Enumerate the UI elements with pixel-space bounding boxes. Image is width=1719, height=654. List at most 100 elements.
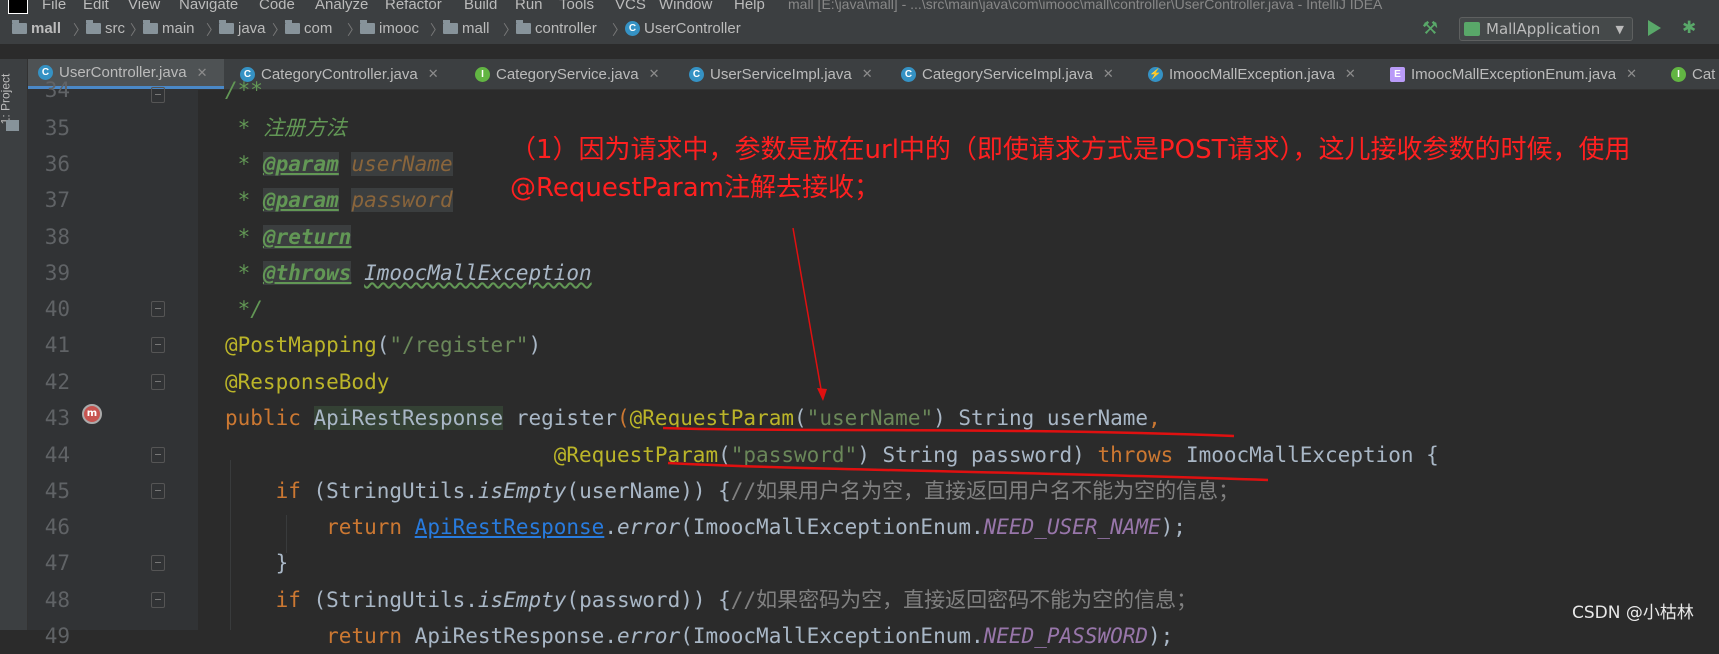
code-line-35: * 注册方法 <box>225 116 347 140</box>
menu-build[interactable]: Build <box>464 0 497 13</box>
breadcrumb-mall[interactable]: mall <box>12 20 61 37</box>
fold-marker-icon[interactable] <box>151 483 165 499</box>
tab-label: Cat <box>1692 65 1716 83</box>
fold-marker-icon[interactable] <box>151 301 165 317</box>
breadcrumb-main[interactable]: main <box>143 20 195 37</box>
line-number: 48 <box>44 588 70 612</box>
breadcrumb-src[interactable]: src <box>86 20 125 37</box>
enum-icon: E <box>1390 66 1405 82</box>
request-mapping-icon[interactable]: m <box>82 404 102 424</box>
spring-boot-icon <box>1464 22 1480 36</box>
menu-tools[interactable]: Tools <box>559 0 594 13</box>
breadcrumb-java[interactable]: java <box>219 20 266 37</box>
folder-icon <box>285 20 300 34</box>
chevron-right-icon: 〉 <box>503 22 517 38</box>
menu-bar: File Edit View Navigate Code Analyze Ref… <box>0 0 1719 14</box>
line-number: 39 <box>44 261 70 285</box>
folder-icon <box>219 20 234 34</box>
code-line-37: * @param password <box>225 188 453 212</box>
tab-imoocmallexceptionenum[interactable]: E ImoocMallExceptionEnum.java ✕ <box>1390 59 1637 89</box>
fold-marker-icon[interactable] <box>151 555 165 571</box>
chevron-right-icon: 〉 <box>347 22 361 38</box>
breadcrumb-com[interactable]: com <box>285 20 332 37</box>
tab-categoryserviceimpl[interactable]: C CategoryServiceImpl.java ✕ <box>901 59 1114 89</box>
code-line-48: if (StringUtils.isEmpty(password)) {//如果… <box>275 588 1198 612</box>
tab-imoocmallexception[interactable]: ⚡ ImoocMallException.java ✕ <box>1148 59 1356 89</box>
close-icon[interactable]: ✕ <box>1626 66 1637 82</box>
menu-window[interactable]: Window <box>659 0 712 13</box>
fold-marker-icon[interactable] <box>151 87 165 103</box>
line-number: 35 <box>44 116 70 140</box>
code-line-47: } <box>275 551 289 575</box>
code-line-41: @PostMapping("/register") <box>225 333 542 357</box>
close-icon[interactable]: ✕ <box>428 66 439 82</box>
line-number: 45 <box>44 479 70 503</box>
menu-help[interactable]: Help <box>734 0 765 13</box>
tab-label: CategoryController.java <box>261 65 418 83</box>
line-number: 46 <box>44 515 70 539</box>
breadcrumb-controller[interactable]: controller <box>516 20 597 37</box>
folder-icon <box>516 20 531 34</box>
line-number: 49 <box>44 624 70 648</box>
interface-icon: I <box>1671 66 1686 82</box>
code-line-34: /** <box>225 78 263 102</box>
exception-icon: ⚡ <box>1148 66 1163 82</box>
breadcrumb-mall-pkg[interactable]: mall <box>443 20 490 37</box>
fold-marker-icon[interactable] <box>151 374 165 390</box>
chevron-right-icon: 〉 <box>430 22 444 38</box>
close-icon[interactable]: ✕ <box>1345 66 1356 82</box>
tab-categorycontroller[interactable]: C CategoryController.java ✕ <box>240 59 439 89</box>
close-icon[interactable]: ✕ <box>649 66 660 82</box>
fold-marker-icon[interactable] <box>151 447 165 463</box>
editor-tabs: C UserController.java ✕ C CategoryContro… <box>28 59 1719 90</box>
menu-vcs[interactable]: VCS <box>615 0 646 13</box>
folder-icon <box>360 20 375 34</box>
breadcrumb-imooc[interactable]: imooc <box>360 20 419 37</box>
menu-analyze[interactable]: Analyze <box>315 0 368 13</box>
tab-userserviceimpl[interactable]: C UserServiceImpl.java ✕ <box>689 59 873 89</box>
code-line-46: return ApiRestResponse.error(ImoocMallEx… <box>326 515 1186 539</box>
breadcrumb-usercontroller[interactable]: C UserController <box>625 20 741 37</box>
debug-icon[interactable]: ✱ <box>1682 18 1700 38</box>
run-icon[interactable] <box>1648 20 1661 36</box>
red-annotation-note: （1）因为请求中，参数是放在url中的（即使请求方式是POST请求），这儿接收参… <box>510 135 1631 203</box>
class-icon: C <box>901 66 916 82</box>
chevron-right-icon: 〉 <box>130 22 144 38</box>
code-line-42: @ResponseBody <box>225 370 390 394</box>
line-number: 40 <box>44 297 70 321</box>
line-number: 47 <box>44 551 70 575</box>
fold-marker-icon[interactable] <box>151 337 165 353</box>
menu-edit[interactable]: Edit <box>83 0 109 13</box>
code-line-38: * @return <box>225 225 352 249</box>
build-hammer-icon[interactable]: ⚒ <box>1422 18 1440 39</box>
menu-code[interactable]: Code <box>259 0 295 13</box>
menu-refactor[interactable]: Refactor <box>385 0 442 13</box>
fold-marker-icon[interactable] <box>151 592 165 608</box>
tab-label: ImoocMallExceptionEnum.java <box>1411 65 1617 83</box>
tab-categoryservice[interactable]: I CategoryService.java ✕ <box>475 59 659 89</box>
folder-icon <box>6 120 19 131</box>
run-config-select[interactable]: MallApplication ▼ <box>1459 17 1633 41</box>
line-number: 38 <box>44 225 70 249</box>
code-line-36: * @param userName <box>225 152 453 176</box>
tab-label: CategoryServiceImpl.java <box>922 65 1093 83</box>
code-line-43: public ApiRestResponse register(@Request… <box>225 406 1161 430</box>
class-icon: C <box>625 21 640 36</box>
line-number: 43 <box>44 406 70 430</box>
chevron-down-icon: ▼ <box>1615 22 1624 36</box>
project-tool-tab[interactable]: 1: Project <box>0 64 24 136</box>
close-icon[interactable]: ✕ <box>1103 66 1114 82</box>
menu-view[interactable]: View <box>128 0 160 13</box>
line-number: 41 <box>44 333 70 357</box>
tab-cat[interactable]: I Cat <box>1671 59 1715 89</box>
menu-file[interactable]: File <box>42 0 66 13</box>
close-icon[interactable]: ✕ <box>197 65 208 81</box>
csdn-watermark: CSDN @小枯林 <box>1572 603 1694 623</box>
code-line-39: * @throws ImoocMallException <box>225 261 592 285</box>
tab-label: UserServiceImpl.java <box>710 65 852 83</box>
menu-run[interactable]: Run <box>515 0 543 13</box>
close-icon[interactable]: ✕ <box>862 66 873 82</box>
folder-icon <box>143 20 158 34</box>
line-number: 42 <box>44 370 70 394</box>
menu-navigate[interactable]: Navigate <box>179 0 238 13</box>
